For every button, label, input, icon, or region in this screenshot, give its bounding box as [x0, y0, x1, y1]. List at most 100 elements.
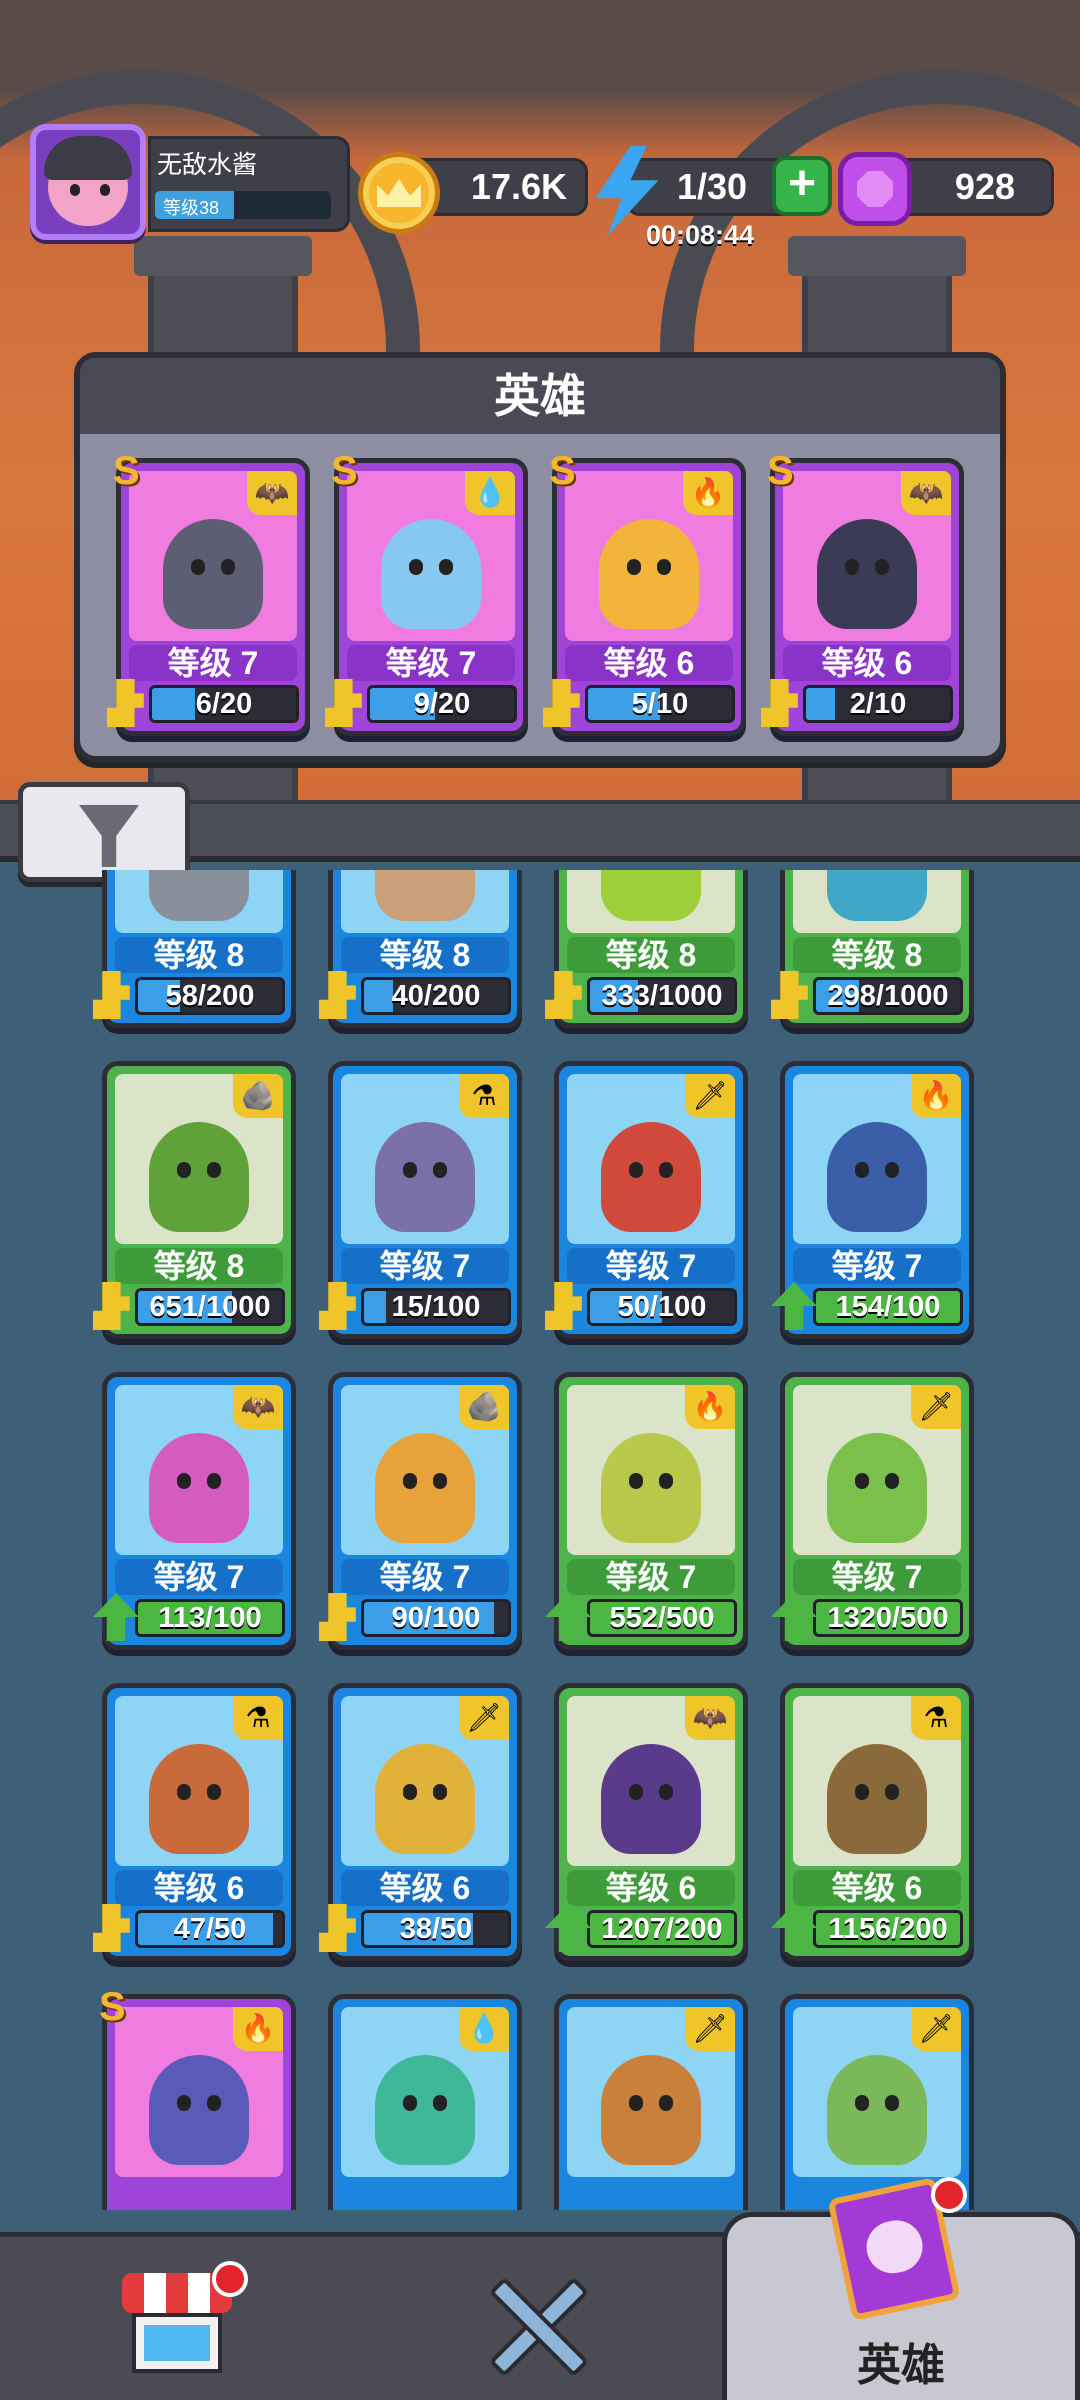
battle-tab[interactable] — [360, 2237, 722, 2400]
shop-tab[interactable] — [0, 2237, 360, 2400]
hero-level: 等级 7 — [567, 1248, 735, 1284]
potion-icon: ⚗ — [459, 1074, 509, 1118]
puzzle-piece-icon — [545, 971, 582, 1019]
hero-grid: 等级 8 58/200 等级 8 40/200 等级 8 333/1000 等级 8 298/… — [0, 870, 1080, 2210]
hero-figure — [375, 1433, 475, 1543]
hero-figure — [601, 2055, 701, 2165]
hero-card[interactable]: 等级 8 58/200 — [93, 870, 296, 1028]
hero-card[interactable]: 🗡 等级 7 1320/500 — [771, 1372, 974, 1650]
hero-figure — [827, 1122, 927, 1232]
puzzle-piece-icon — [545, 1282, 582, 1330]
avatar[interactable] — [30, 124, 146, 240]
hero-card[interactable]: 🗡 等级 6 38/50 — [319, 1683, 522, 1961]
sword-icon: 🗡 — [459, 1696, 509, 1740]
hero-card[interactable]: 🦇 等级 7 113/100 — [93, 1372, 296, 1650]
gold-amount: 17.6K — [470, 166, 567, 207]
hero-portrait — [341, 870, 509, 933]
hero-figure — [601, 870, 701, 921]
hero-card[interactable]: ⚗ 等级 7 15/100 — [319, 1061, 522, 1339]
hero-level: 等级 6 — [115, 1870, 283, 1906]
hero-level: 等级 7 — [115, 1559, 283, 1595]
shard-progress-text: 333/1000 — [601, 980, 723, 1012]
hero-level: 等级 6 — [783, 645, 951, 681]
hero-card[interactable]: 🗡 — [554, 1994, 748, 2210]
shard-progress-text: 1320/500 — [827, 1602, 949, 1634]
hero-card[interactable]: 💧 — [328, 1994, 522, 2210]
heroes-tab[interactable]: 英雄 — [722, 2176, 1080, 2400]
upgrade-arrow-icon — [545, 1593, 591, 1641]
shard-progress-bar: 1207/200 — [587, 1910, 737, 1948]
hero-figure — [827, 2055, 927, 2165]
hero-card[interactable]: ⚗ 等级 6 47/50 — [93, 1683, 296, 1961]
hero-card[interactable]: 🪨 等级 8 651/1000 — [93, 1061, 296, 1339]
hero-figure — [827, 1433, 927, 1543]
fire-icon: 🔥 — [233, 2007, 283, 2051]
hero-figure — [375, 1122, 475, 1232]
hero-card[interactable]: 等级 8 333/1000 — [545, 870, 748, 1028]
hero-figure — [149, 1433, 249, 1543]
shard-progress-text: 2/10 — [849, 688, 907, 720]
hero-card[interactable]: 🗡 等级 7 50/100 — [545, 1061, 748, 1339]
rank-badge: S — [331, 449, 358, 493]
shard-progress-bar: 38/50 — [361, 1910, 511, 1948]
hero-level: 等级 6 — [793, 1870, 961, 1906]
puzzle-piece-icon — [543, 679, 580, 727]
hero-card[interactable]: 🦇 S 等级 7 6/20 — [107, 449, 310, 736]
hero-portrait — [115, 870, 283, 933]
hero-level: 等级 8 — [115, 1248, 283, 1284]
hero-card[interactable]: 🔥 等级 7 552/500 — [545, 1372, 748, 1650]
hero-figure — [163, 519, 263, 629]
potion-icon: ⚗ — [911, 1696, 961, 1740]
shard-progress-text: 154/100 — [835, 1291, 941, 1323]
shard-progress-text: 40/200 — [391, 980, 481, 1012]
add-energy-button[interactable]: + — [772, 156, 832, 216]
shard-progress-text: 47/50 — [173, 1913, 247, 1945]
hero-level: 等级 6 — [567, 1870, 735, 1906]
hero-level: 等级 8 — [341, 937, 509, 973]
player-info[interactable]: 无敌水酱 等级38 — [148, 136, 350, 232]
hero-figure — [601, 1433, 701, 1543]
hero-level: 等级 7 — [793, 1248, 961, 1284]
shard-progress-bar: 47/50 — [135, 1910, 285, 1948]
sword-icon: 🗡 — [685, 1074, 735, 1118]
rank-badge: S — [767, 449, 794, 493]
shard-progress-text: 552/500 — [609, 1602, 715, 1634]
hero-level: 等级 7 — [341, 1248, 509, 1284]
shard-progress-bar: 58/200 — [135, 977, 285, 1015]
hero-card[interactable]: 等级 8 298/1000 — [771, 870, 974, 1028]
shard-progress-text: 90/100 — [391, 1602, 481, 1634]
upgrade-arrow-icon — [545, 1904, 591, 1952]
puzzle-piece-icon — [325, 679, 362, 727]
hero-level: 等级 7 — [567, 1559, 735, 1595]
hero-card[interactable]: 🦇 等级 6 1207/200 — [545, 1683, 748, 1961]
shard-progress-bar: 651/1000 — [135, 1288, 285, 1326]
upgrade-arrow-icon — [93, 1593, 139, 1641]
upgrade-arrow-icon — [771, 1282, 817, 1330]
hero-card[interactable]: ⚗ 等级 6 1156/200 — [771, 1683, 974, 1961]
fire-icon: 🔥 — [685, 1385, 735, 1429]
hero-card[interactable]: 🦇 S 等级 6 2/10 — [761, 449, 964, 736]
shard-progress-text: 50/100 — [617, 1291, 707, 1323]
hero-level: 等级 8 — [115, 937, 283, 973]
shard-progress-bar: 1320/500 — [813, 1599, 963, 1637]
filter-button[interactable] — [18, 782, 190, 882]
shard-progress-bar: 9/20 — [367, 685, 517, 723]
hero-card[interactable]: 🔥 S — [99, 1985, 296, 2210]
puzzle-piece-icon — [93, 971, 130, 1019]
player-level: 等级38 — [163, 198, 220, 218]
hero-figure — [149, 1122, 249, 1232]
sword-icon: 🗡 — [685, 2007, 735, 2051]
puzzle-piece-icon — [761, 679, 798, 727]
potion-icon: ⚗ — [233, 1696, 283, 1740]
hero-card[interactable]: 🪨 等级 7 90/100 — [319, 1372, 522, 1650]
hero-card[interactable]: 🔥 等级 7 154/100 — [771, 1061, 974, 1339]
hero-card[interactable]: 💧 S 等级 7 9/20 — [325, 449, 528, 736]
shard-progress-bar: 6/20 — [149, 685, 299, 723]
team-title: 英雄 — [80, 358, 1000, 434]
hero-card[interactable]: 🔥 S 等级 6 5/10 — [543, 449, 746, 736]
hero-card[interactable]: 等级 8 40/200 — [319, 870, 522, 1028]
shard-progress-text: 6/20 — [195, 688, 253, 720]
upgrade-arrow-icon — [771, 1904, 817, 1952]
hero-figure — [375, 1744, 475, 1854]
hero-portrait — [567, 870, 735, 933]
